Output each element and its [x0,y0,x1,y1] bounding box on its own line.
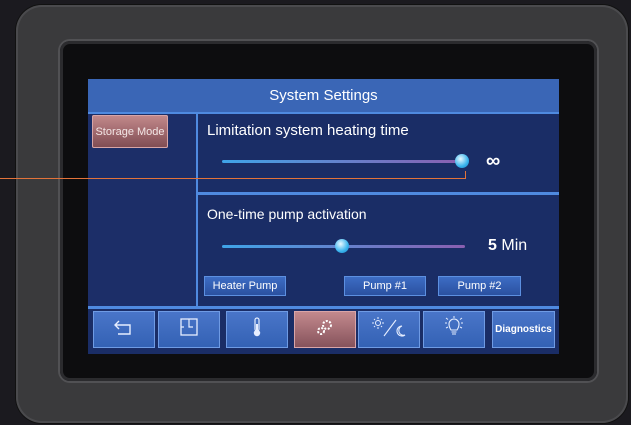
back-arrow-icon [113,318,135,341]
heating-time-label: Limitation system heating time [207,122,409,139]
light-bulb-icon [442,316,466,343]
page-title: System Settings [88,79,559,114]
temperature-button[interactable] [226,311,288,348]
back-button[interactable] [93,311,155,348]
diagnostics-button[interactable]: Diagnostics [492,311,555,348]
heating-time-slider-track[interactable] [222,160,462,163]
nav-divider [88,306,559,309]
pump-activation-unit: Min [501,237,528,254]
mode-sidebar: Storage Mode [88,114,196,306]
callout-pointer-line [0,178,466,179]
schedule-button[interactable] [158,311,220,348]
touch-screen: System Settings Storage Mode Limitation … [88,79,559,354]
settings-button[interactable] [294,311,356,348]
callout-pointer-tick [465,171,466,179]
pump-2-button[interactable]: Pump #2 [438,276,521,296]
pump-1-button[interactable]: Pump #1 [344,276,426,296]
pump-activation-number: 5 [488,237,497,254]
heating-time-value: ∞ [486,150,501,172]
heater-pump-button[interactable]: Heater Pump [204,276,286,296]
day-night-button[interactable] [358,311,420,348]
pump-activation-slider-knob[interactable] [335,239,349,253]
thermometer-icon [250,316,264,343]
day-night-icon [369,316,409,343]
schedule-icon [179,317,199,342]
vertical-divider [196,114,198,307]
lighting-button[interactable] [423,311,485,348]
gears-icon [314,317,336,342]
section-divider [198,192,559,195]
pump-activation-label: One-time pump activation [207,206,367,222]
heating-time-slider-knob[interactable] [455,154,469,168]
pump-activation-value: 5 Min [488,237,527,255]
storage-mode-button[interactable]: Storage Mode [92,115,168,148]
